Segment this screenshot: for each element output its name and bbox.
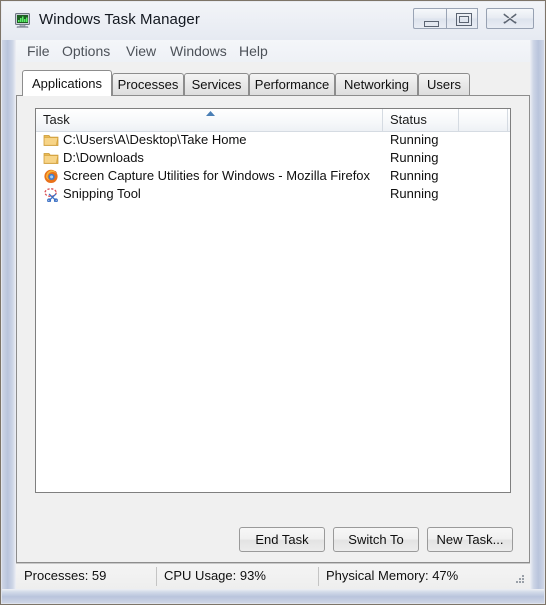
tab-strip: Applications Processes Services Performa… <box>16 70 530 96</box>
close-icon <box>503 13 517 24</box>
maximize-button[interactable] <box>446 8 478 29</box>
tab-label: Services <box>191 77 242 92</box>
status-processes: Processes: 59 <box>24 568 107 583</box>
minimize-button[interactable] <box>413 8 446 29</box>
sort-ascending-icon <box>205 111 215 116</box>
tab-label: Performance <box>254 77 330 92</box>
column-header-task[interactable]: Task <box>36 109 383 131</box>
menu-item-help[interactable]: Help <box>234 42 273 60</box>
tab-processes[interactable]: Processes <box>112 73 184 96</box>
task-row[interactable]: Snipping Tool Running <box>36 185 510 203</box>
status-physical-memory: Physical Memory: 47% <box>326 568 459 583</box>
title-bar[interactable]: Windows Task Manager <box>2 2 544 40</box>
tab-users[interactable]: Users <box>418 73 470 96</box>
menu-item-options[interactable]: Options <box>57 42 115 60</box>
action-button-row: End Task Switch To New Task... <box>17 527 513 552</box>
switch-to-button[interactable]: Switch To <box>333 527 419 552</box>
task-name: Screen Capture Utilities for Windows - M… <box>63 168 371 183</box>
tab-label: Processes <box>117 77 179 92</box>
folder-icon <box>43 132 59 148</box>
task-row[interactable]: Screen Capture Utilities for Windows - M… <box>36 167 510 185</box>
new-task-button[interactable]: New Task... <box>427 527 513 552</box>
column-label: Status <box>390 112 427 127</box>
window-frame-left <box>2 2 16 603</box>
tab-label: Users <box>427 77 461 92</box>
status-divider <box>318 567 319 586</box>
status-bar: Processes: 59 CPU Usage: 93% Physical Me… <box>16 563 530 589</box>
task-name: D:\Downloads <box>63 150 144 165</box>
window-title: Windows Task Manager <box>39 11 200 28</box>
tab-networking[interactable]: Networking <box>335 73 418 96</box>
menu-bar: File Options View Windows Help <box>16 40 530 62</box>
firefox-icon <box>43 168 59 184</box>
status-divider <box>156 567 157 586</box>
snipping-tool-icon <box>43 186 59 203</box>
task-list[interactable]: Task Status C:\Users\A\Desktop\Take Home… <box>35 108 511 493</box>
task-manager-icon <box>15 13 30 28</box>
task-status: Running <box>390 168 439 183</box>
task-row[interactable]: C:\Users\A\Desktop\Take Home Running <box>36 131 510 149</box>
menu-item-view[interactable]: View <box>121 42 161 60</box>
column-header-extra[interactable] <box>459 109 508 131</box>
maximize-icon <box>456 13 472 26</box>
task-row[interactable]: D:\Downloads Running <box>36 149 510 167</box>
task-manager-window: Windows Task Manager File Options View W… <box>0 0 546 605</box>
resize-grip-icon[interactable] <box>513 573 526 586</box>
folder-icon <box>43 150 59 166</box>
task-name: Snipping Tool <box>63 186 141 201</box>
tab-performance[interactable]: Performance <box>249 73 335 96</box>
window-frame-bottom <box>2 589 544 603</box>
menu-item-file[interactable]: File <box>22 42 55 60</box>
task-status: Running <box>390 150 439 165</box>
close-button[interactable] <box>486 8 534 29</box>
task-list-rows: C:\Users\A\Desktop\Take Home Running D:\Do… <box>36 131 510 492</box>
tab-label: Applications <box>31 76 103 91</box>
menu-item-windows[interactable]: Windows <box>165 42 232 60</box>
tab-label: Networking <box>343 77 410 92</box>
tab-applications[interactable]: Applications <box>22 70 112 96</box>
tab-services[interactable]: Services <box>184 73 249 96</box>
status-cpu-usage: CPU Usage: 93% <box>164 568 266 583</box>
window-frame-right <box>530 2 544 603</box>
column-header-status[interactable]: Status <box>383 109 459 131</box>
column-label: Task <box>43 112 70 127</box>
task-status: Running <box>390 132 439 147</box>
applications-tab-page: Task Status C:\Users\A\Desktop\Take Home… <box>16 95 530 563</box>
client-area: Applications Processes Services Performa… <box>16 62 530 589</box>
task-name: C:\Users\A\Desktop\Take Home <box>63 132 247 147</box>
task-list-header: Task Status <box>36 109 510 132</box>
end-task-button[interactable]: End Task <box>239 527 325 552</box>
minimize-icon <box>424 21 439 27</box>
task-status: Running <box>390 186 439 201</box>
